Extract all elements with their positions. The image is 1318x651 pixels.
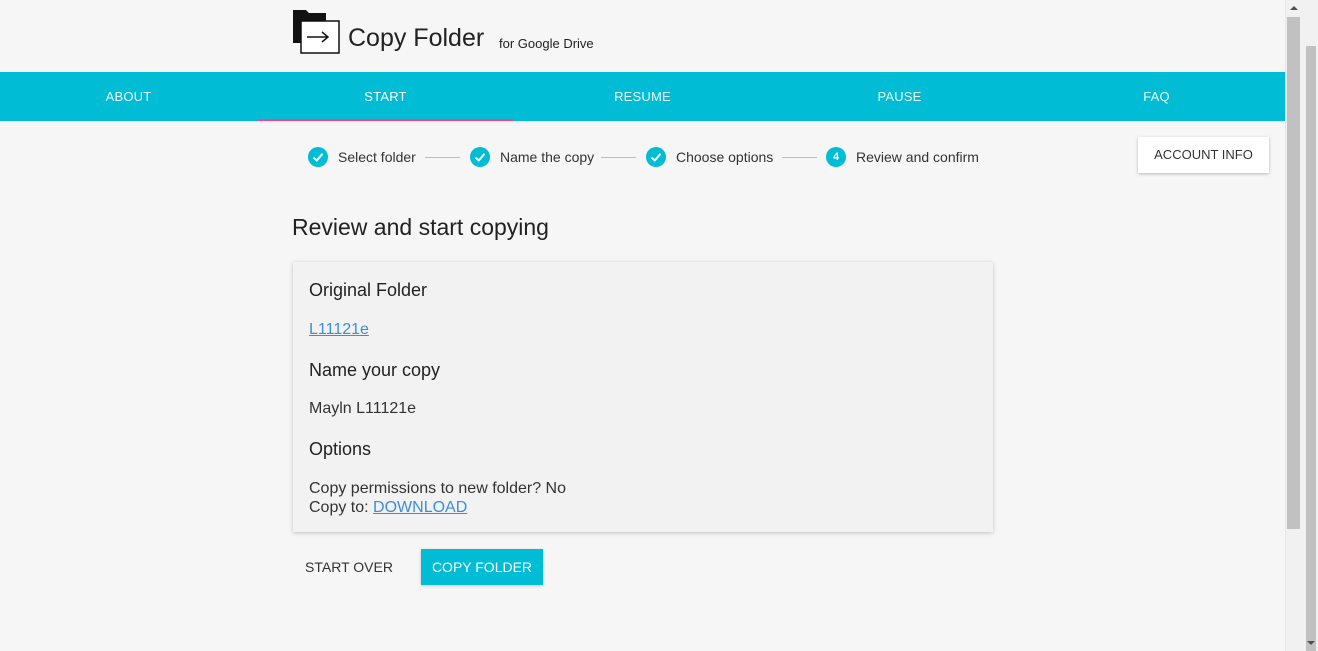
page-title: Review and start copying bbox=[292, 214, 549, 240]
copy-folder-button[interactable]: COPY FOLDER bbox=[421, 549, 543, 585]
copy-to-label: Copy to: bbox=[309, 499, 374, 516]
tab-start[interactable]: START bbox=[257, 72, 514, 121]
tab-pause[interactable]: PAUSE bbox=[771, 72, 1028, 121]
tab-faq[interactable]: FAQ bbox=[1028, 72, 1285, 121]
review-card: Original Folder L11121e Name your copy M… bbox=[293, 262, 993, 532]
original-folder-heading: Original Folder bbox=[309, 280, 428, 300]
step-label: Select folder bbox=[338, 149, 416, 165]
page: Copy Folder for Google Drive ABOUT START… bbox=[0, 0, 1285, 651]
step-connector bbox=[782, 157, 817, 158]
copy-name-value: Mayln L11121e bbox=[309, 400, 417, 417]
original-folder-value: L11121e bbox=[309, 321, 369, 339]
name-copy-heading: Name your copy bbox=[309, 360, 441, 380]
options-heading: Options bbox=[309, 439, 372, 459]
app-title: Copy Folder bbox=[348, 24, 485, 52]
app-subtitle: for Google Drive bbox=[499, 36, 594, 51]
scrollbar-thumb[interactable] bbox=[1306, 46, 1316, 651]
scrollbar-thumb[interactable] bbox=[1287, 17, 1300, 529]
check-icon bbox=[470, 147, 490, 167]
scroll-up-arrow-icon[interactable] bbox=[1290, 6, 1298, 10]
tab-about[interactable]: ABOUT bbox=[0, 72, 257, 121]
window-scrollbar[interactable] bbox=[1285, 0, 1318, 651]
step-label: Name the copy bbox=[500, 149, 595, 165]
tab-resume[interactable]: RESUME bbox=[514, 72, 771, 121]
main-nav: ABOUT START RESUME PAUSE FAQ bbox=[0, 72, 1285, 121]
scroll-down-arrow-icon[interactable] bbox=[1307, 641, 1315, 645]
step-review-confirm: 4 Review and confirm bbox=[826, 146, 979, 168]
step-label: Review and confirm bbox=[856, 149, 979, 165]
permissions-option: Copy permissions to new folder? No bbox=[309, 480, 567, 497]
copy-to-option: Copy to: DOWNLOAD bbox=[309, 499, 467, 517]
app-header: Copy Folder for Google Drive bbox=[0, 0, 1285, 72]
step-name-copy: Name the copy bbox=[470, 146, 594, 168]
copy-to-link[interactable]: DOWNLOAD bbox=[373, 499, 467, 516]
step-label: Choose options bbox=[676, 149, 774, 165]
account-info-button[interactable]: ACCOUNT INFO bbox=[1138, 137, 1269, 173]
step-choose-options: Choose options bbox=[646, 146, 773, 168]
step-number-badge: 4 bbox=[826, 147, 846, 167]
original-folder-link[interactable]: L11121e bbox=[309, 321, 369, 338]
check-icon bbox=[308, 147, 328, 167]
step-connector bbox=[601, 157, 636, 158]
check-icon bbox=[646, 147, 666, 167]
step-connector bbox=[425, 157, 460, 158]
start-over-button[interactable]: START OVER bbox=[293, 549, 405, 585]
copy-folder-logo-icon bbox=[293, 10, 340, 54]
step-select-folder: Select folder bbox=[308, 146, 416, 168]
